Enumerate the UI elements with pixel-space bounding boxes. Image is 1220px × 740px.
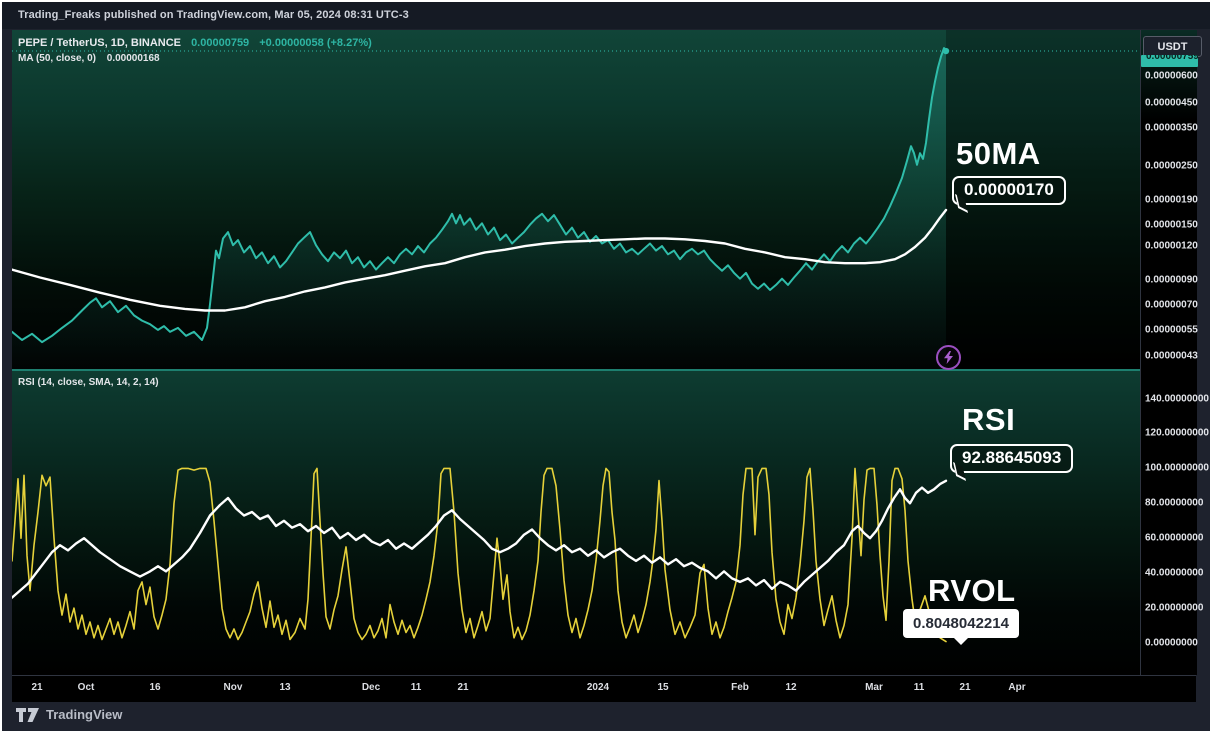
symbol-title: PEPE / TetherUS, 1D, BINANCE xyxy=(18,37,181,49)
rvol-annotation-value: 0.8048042214 xyxy=(913,615,1009,632)
scale-label: 40.00000000 xyxy=(1145,568,1203,579)
last-price-badge: 0.00000759 xyxy=(1141,55,1198,67)
time-axis-label: 16 xyxy=(149,682,160,693)
time-axis-label: Nov xyxy=(224,682,243,693)
time-axis-label: 13 xyxy=(279,682,290,693)
flash-boost-button[interactable] xyxy=(936,345,961,370)
scale-label: 0.00000350 xyxy=(1145,123,1198,134)
rsi-annotation-title: RSI xyxy=(962,402,1015,438)
scale-label: 0.00000250 xyxy=(1145,161,1198,172)
scale-label: 0.00000600 xyxy=(1145,71,1198,82)
publish-bar: Trading_Freaks published on TradingView.… xyxy=(2,2,1210,29)
lightning-icon xyxy=(943,351,954,364)
scale-label: 0.00000190 xyxy=(1145,195,1198,206)
currency-toggle-button[interactable]: USDT xyxy=(1143,36,1202,57)
scale-label: 0.00000450 xyxy=(1145,98,1198,109)
time-axis-label: 21 xyxy=(457,682,468,693)
rsi-legend[interactable]: RSI (14, close, SMA, 14, 2, 14) xyxy=(18,377,159,388)
tradingview-logo-icon xyxy=(16,708,39,722)
scale-label: 60.00000000 xyxy=(1145,533,1203,544)
last-price-badge-value: 0.00000759 xyxy=(1146,55,1198,62)
rsi-annotation-value: 92.88645093 xyxy=(962,448,1061,467)
time-axis-label: Oct xyxy=(78,682,95,693)
ma-legend-value: 0.00000168 xyxy=(107,53,160,64)
scale-label: 0.00000043 xyxy=(1145,351,1198,362)
ma-annotation-callout: 0.00000170 xyxy=(952,176,1066,205)
rvol-annotation-callout: 0.8048042214 xyxy=(903,609,1019,638)
time-axis-label: 21 xyxy=(31,682,42,693)
time-axis-label: Apr xyxy=(1008,682,1025,693)
scale-label: 80.00000000 xyxy=(1145,498,1203,509)
scale-label: 0.00000090 xyxy=(1145,275,1198,286)
time-axis-label: 11 xyxy=(411,682,422,693)
scale-label: 0.00000055 xyxy=(1145,325,1198,336)
symbol-legend[interactable]: PEPE / TetherUS, 1D, BINANCE 0.00000759 … xyxy=(18,37,372,49)
scale-label: 100.00000000 xyxy=(1145,463,1209,474)
time-axis-label: Feb xyxy=(731,682,749,693)
rsi-annotation-callout: 92.88645093 xyxy=(950,444,1073,473)
time-axis-label: 11 xyxy=(914,682,925,693)
scale-label: 0.00000070 xyxy=(1145,300,1198,311)
ma-legend[interactable]: MA (50, close, 0) 0.00000168 xyxy=(18,53,160,64)
ma-annotation-title: 50MA xyxy=(956,136,1041,172)
price-change-value: +0.00000058 (+8.27%) xyxy=(259,37,372,49)
scale-label: 140.00000000 xyxy=(1145,394,1209,405)
time-axis-label: Mar xyxy=(865,682,883,693)
scale-label: 20.00000000 xyxy=(1145,603,1203,614)
scale-label: 0.00000000 xyxy=(1145,638,1198,649)
footer-bar[interactable]: TradingView xyxy=(16,707,122,722)
last-price-value: 0.00000759 xyxy=(191,37,249,49)
scale-label: 120.00000000 xyxy=(1145,428,1209,439)
scale-label: 0.00000150 xyxy=(1145,220,1198,231)
callout-tail xyxy=(953,637,969,645)
scale-label: 0.00000120 xyxy=(1145,241,1198,252)
time-axis-label: 12 xyxy=(785,682,796,693)
rvol-annotation-title: RVOL xyxy=(928,573,1016,609)
time-axis-label: 15 xyxy=(657,682,668,693)
time-axis-label: Dec xyxy=(362,682,380,693)
time-axis-label: 2024 xyxy=(587,682,609,693)
time-axis-label: 21 xyxy=(959,682,970,693)
ma-annotation-value: 0.00000170 xyxy=(964,180,1054,199)
tradingview-brand-text: TradingView xyxy=(46,707,122,722)
ma-legend-label: MA (50, close, 0) xyxy=(18,53,96,64)
publish-text: Trading_Freaks published on TradingView.… xyxy=(18,9,409,21)
tradingview-snapshot: Trading_Freaks published on TradingView.… xyxy=(0,0,1220,740)
